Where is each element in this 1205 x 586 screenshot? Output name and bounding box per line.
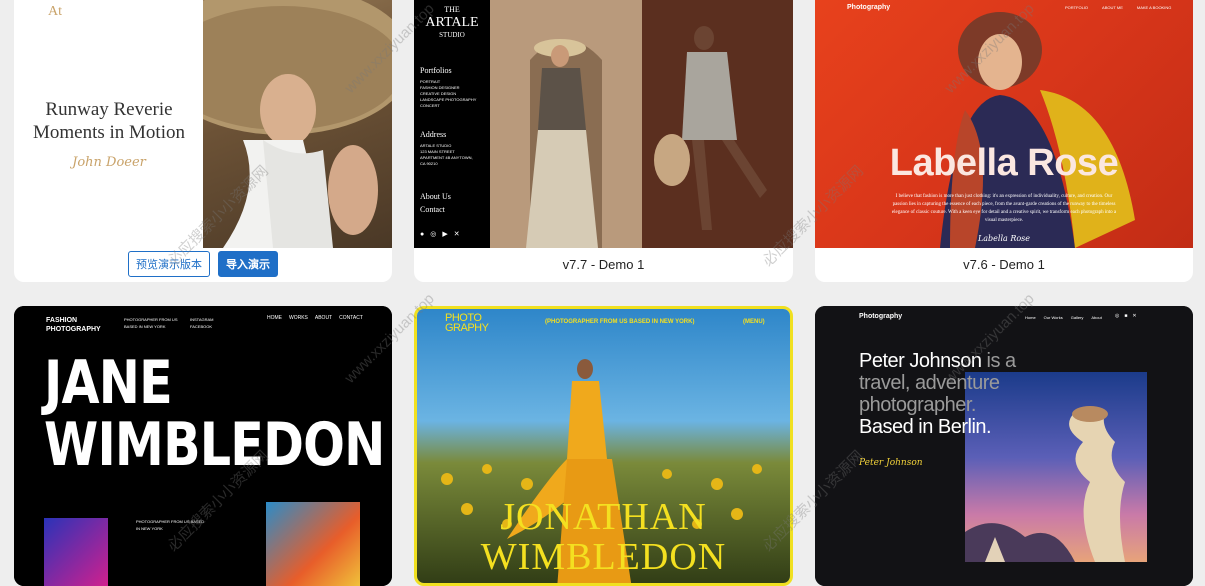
template-thumbnail[interactable]: Photography PORTFOLIO ABOUT ME MAKE A BO… <box>815 0 1193 248</box>
header-info: PHOTOGRAPHER FROM US BASED IN NEW YORK <box>124 316 178 330</box>
portfolio-list: PORTRAIT FASHION DESIGNER CREATIVE DESIG… <box>420 79 476 109</box>
hero-name: JANE WIMBLEDON <box>44 348 385 480</box>
about-link[interactable]: About Us <box>420 192 451 201</box>
demo-caption: v7.7 - Demo 1 <box>562 256 645 272</box>
x-icon[interactable]: ✕ <box>454 230 466 238</box>
brand-line: THE <box>444 5 460 14</box>
hero-photo-left <box>490 0 642 248</box>
info-line: BASED IN NEW YORK <box>124 324 166 329</box>
top-nav: HOME WORKS ABOUT CONTACT <box>267 315 363 321</box>
nav-link[interactable]: CONTACT <box>339 315 363 321</box>
nav-brand: Photography <box>859 313 903 320</box>
template-thumbnail[interactable]: FASHION PHOTOGRAPHY PHOTOGRAPHER FROM US… <box>14 306 392 586</box>
hero-name-line: WIMBLEDON <box>44 410 385 480</box>
brand-line: ARTALE <box>425 15 479 30</box>
woman-hat-image <box>203 0 392 248</box>
template-card-3[interactable]: Photography PORTFOLIO ABOUT ME MAKE A BO… <box>815 0 1193 282</box>
hero-name-line: JANE <box>44 348 173 418</box>
woman-standing-image <box>526 39 602 248</box>
studio-brand: THE ARTALE STUDIO <box>414 4 490 41</box>
headline-line: Peter Johnson is a <box>859 350 1016 372</box>
header-social: INSTAGRAM FACEBOOK <box>190 316 213 330</box>
social-icons: ◎■✕ <box>1115 313 1142 319</box>
template-thumbnail[interactable]: Photography Home Our Works Gallery About… <box>815 306 1193 586</box>
footnote-line: IN NEW YORK <box>136 526 163 531</box>
hero-photo <box>203 0 392 248</box>
template-card-1[interactable]: At II Runway Reverie Moments in Motion J… <box>14 0 392 282</box>
template-card-5[interactable]: PHOTO GRAPHY (PHOTOGRAPHER FROM US BASED… <box>414 306 793 586</box>
footnote: PHOTOGRAPHER FROM US BASED IN NEW YORK <box>136 518 204 532</box>
nav-link[interactable]: About <box>1091 315 1101 320</box>
hero-blurb: I believe that fashion is more than just… <box>891 194 1117 223</box>
portfolio-item[interactable]: CONCERT <box>420 103 476 109</box>
nav-link[interactable]: Home <box>1025 315 1036 320</box>
woman-posing-image <box>654 26 767 230</box>
signature: John Doeer <box>72 155 146 170</box>
info-line: PHOTOGRAPHER FROM US <box>124 317 178 322</box>
brand-line: PHOTOGRAPHY <box>46 326 101 333</box>
signature: Peter Johnson <box>859 458 923 468</box>
address-line: CA 90210 <box>420 161 438 166</box>
portfolios-heading: Portfolios <box>420 66 452 75</box>
hero-name-line: JONATHAN <box>500 496 707 538</box>
hero-name: JONATHAN WIMBLEDON <box>417 497 790 577</box>
nav-link[interactable]: Gallery <box>1071 315 1084 320</box>
footnote-line: PHOTOGRAPHER FROM US BASED <box>136 519 205 524</box>
social-link[interactable]: FACEBOOK <box>190 323 213 330</box>
hero-photo-right <box>642 0 793 248</box>
template-card-4[interactable]: FASHION PHOTOGRAPHY PHOTOGRAPHER FROM US… <box>14 306 392 586</box>
nav-link[interactable]: HOME <box>267 315 282 321</box>
hero-headline: Peter Johnson is a travel, adventure pho… <box>859 350 1016 438</box>
studio-brand: FASHION PHOTOGRAPHY <box>46 316 101 334</box>
nav-link[interactable]: Our Works <box>1044 315 1063 320</box>
template-thumbnail[interactable]: THE ARTALE STUDIO Portfolios PORTRAIT FA… <box>414 0 793 248</box>
template-thumbnail[interactable]: PHOTO GRAPHY (PHOTOGRAPHER FROM US BASED… <box>417 309 790 583</box>
top-nav: Home Our Works Gallery About <box>1025 315 1102 320</box>
address-heading: Address <box>420 130 447 139</box>
headline-line: photographer. <box>859 394 976 416</box>
nav-link[interactable]: WORKS <box>289 315 308 321</box>
nav-link[interactable]: ABOUT <box>315 315 332 321</box>
sidebar-panel: THE ARTALE STUDIO Portfolios PORTRAIT FA… <box>414 0 490 248</box>
hero-title-line: Runway Reverie <box>45 99 173 120</box>
preview-demo-button[interactable]: 预览演示版本 <box>128 251 210 277</box>
address-text: ARTALE STUDIO 123 MAIN STREET APARTMENT … <box>420 143 473 167</box>
youtube-icon[interactable]: ▶ <box>442 230 453 238</box>
photo-small-right <box>266 502 360 586</box>
brand-line: FASHION <box>46 317 78 324</box>
headline-line: travel, adventure <box>859 372 1000 394</box>
hero-name: Labella Rose <box>889 142 1119 184</box>
template-thumbnail[interactable]: At II Runway Reverie Moments in Motion J… <box>14 0 392 248</box>
logo: At <box>48 4 62 19</box>
social-icons: ●◎▶✕ <box>420 230 466 238</box>
import-demo-button[interactable]: 导入演示 <box>218 251 278 277</box>
facebook-icon[interactable]: ● <box>420 230 430 238</box>
headline-text: is a <box>981 350 1017 372</box>
contact-link[interactable]: Contact <box>420 205 445 214</box>
demo-caption: v7.6 - Demo 1 <box>963 256 1045 272</box>
hero-name-line: WIMBLEDON <box>480 536 727 578</box>
instagram-icon[interactable]: ◎ <box>1115 313 1124 319</box>
x-icon[interactable]: ✕ <box>1132 313 1141 319</box>
template-card-6[interactable]: Photography Home Our Works Gallery About… <box>815 306 1193 586</box>
brand-line: STUDIO <box>439 31 465 39</box>
hero-title: Runway Reverie Moments in Motion <box>14 98 204 144</box>
instagram-icon[interactable]: ◎ <box>430 230 442 238</box>
signature: Labella Rose <box>977 234 1031 243</box>
photo-small-left <box>44 518 108 586</box>
template-card-2[interactable]: THE ARTALE STUDIO Portfolios PORTRAIT FA… <box>414 0 793 282</box>
social-link[interactable]: INSTAGRAM <box>190 316 213 323</box>
hero-title-line: Moments in Motion <box>32 122 185 143</box>
card-actions: 预览演示版本 导入演示 <box>14 246 392 282</box>
headline-line: Based in Berlin. <box>859 416 992 438</box>
photographer-name: Peter Johnson <box>859 350 982 372</box>
